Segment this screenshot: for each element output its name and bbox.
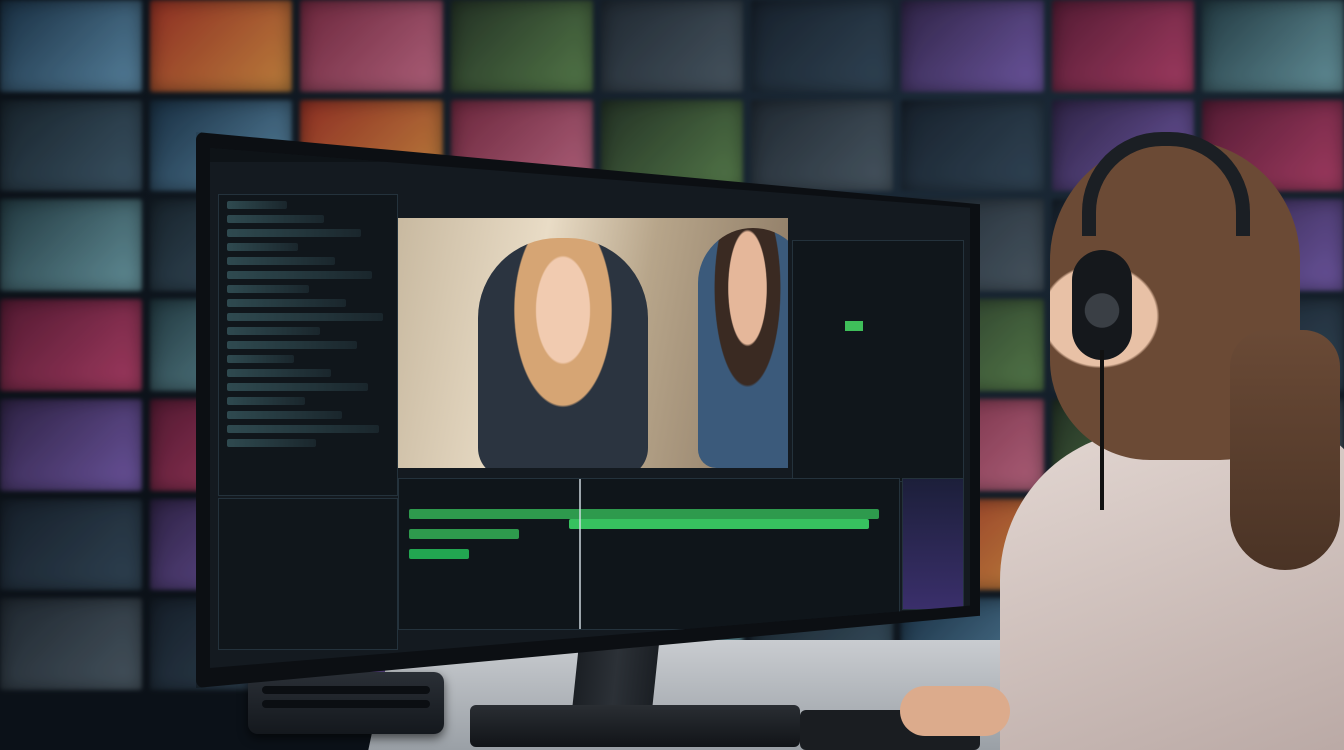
background-screen-tile [0,398,143,491]
video-subject-1 [478,238,648,468]
panel-row [227,369,331,377]
panel-row [227,327,320,335]
panel-row [227,383,368,391]
panel-row [227,313,383,321]
panel-row [227,299,346,307]
program-monitor [398,218,788,468]
background-screen-tile [0,199,143,292]
background-screen-tile [0,299,143,391]
background-screen-tile [300,0,443,92]
panel-row [227,425,379,433]
panel-row [227,229,361,237]
scope-highlight [845,321,863,331]
headphone-earcup [1072,250,1132,360]
editor-ponytail [1230,330,1340,570]
headphone-cable [1100,350,1104,510]
audio-meter [902,478,964,610]
timeline-track [409,549,469,559]
panel-row [227,215,324,223]
playhead [579,479,581,629]
panel-row [227,243,298,251]
background-screen-tile [901,0,1044,92]
scopes-panel [792,240,964,482]
background-screen-tile [0,498,143,591]
background-screen-tile [1051,0,1194,92]
background-screen-tile [901,99,1044,192]
panel-row [227,355,294,363]
panel-row [227,341,357,349]
timeline-track [409,509,879,519]
background-screen-tile [751,99,894,192]
background-screen-tile [0,0,143,92]
background-screen-tile [1201,0,1344,92]
editing-software-screen [210,148,970,668]
background-screen-tile [150,0,293,92]
video-editing-photo [0,0,1344,750]
panel-row [227,411,342,419]
panel-row [227,397,305,405]
panel-row [227,257,335,265]
media-browser-panel [218,194,398,496]
panel-row [227,201,287,209]
panel-row [227,271,372,279]
hand [900,686,1010,736]
panel-row [227,285,309,293]
background-screen-tile [450,0,593,92]
timeline [398,478,900,630]
timeline-track [409,529,519,539]
panel-row [227,439,316,447]
timeline-track [569,519,869,529]
background-screen-tile [751,0,894,92]
effects-panel [218,498,398,650]
video-subject-2 [698,228,788,468]
background-screen-tile [600,0,744,92]
speaker-icon [248,672,444,734]
background-screen-tile [0,598,143,690]
monitor-base [470,705,800,747]
background-screen-tile [0,99,143,192]
